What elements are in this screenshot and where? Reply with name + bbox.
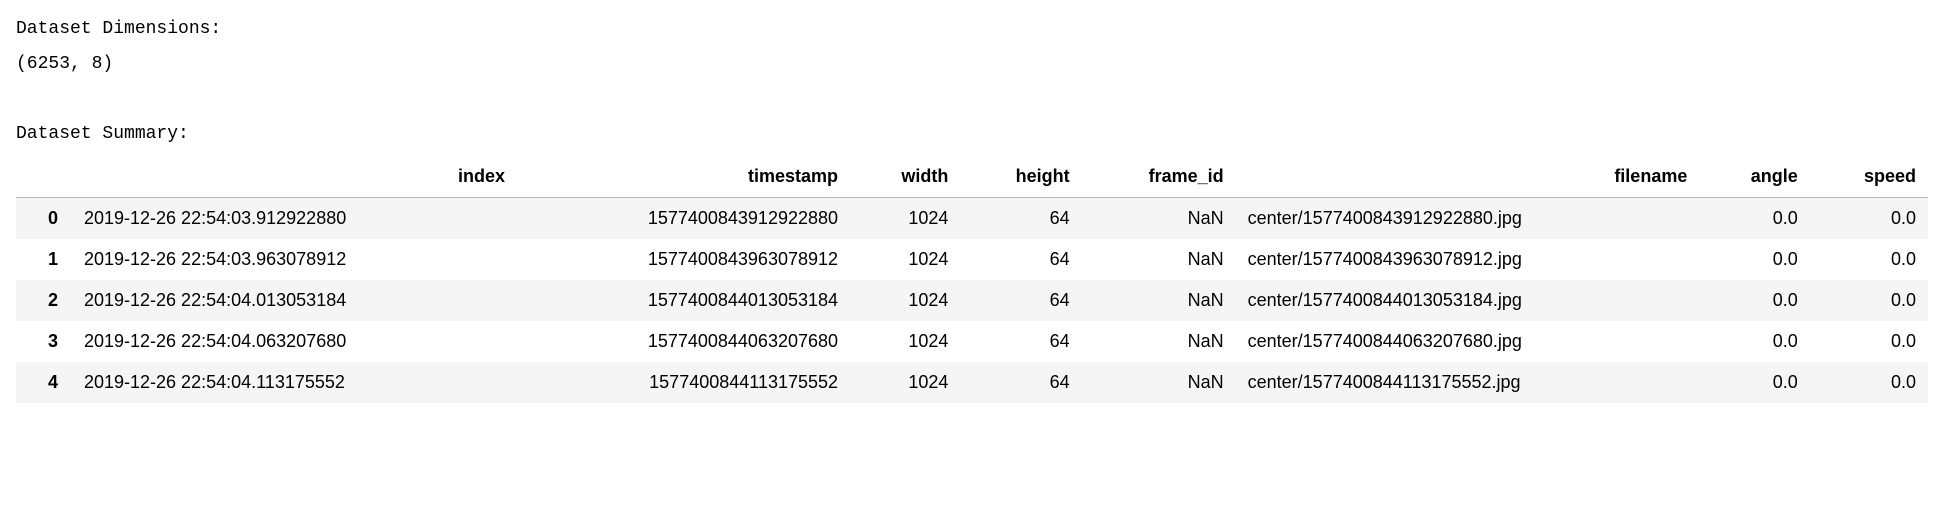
cell-speed: 0.0 [1810,321,1928,362]
cell-angle: 0.0 [1699,280,1809,321]
table-row: 4 2019-12-26 22:54:04.113175552 15774008… [16,362,1928,403]
header-col-speed: speed [1810,156,1928,198]
cell-frame-id: NaN [1082,239,1236,280]
cell-index: 2019-12-26 22:54:04.063207680 [72,321,517,362]
header-col-timestamp: timestamp [517,156,850,198]
cell-frame-id: NaN [1082,362,1236,403]
header-rowindex-blank [16,156,72,198]
cell-filename: center/1577400844063207680.jpg [1236,321,1700,362]
cell-width: 1024 [850,362,960,403]
cell-width: 1024 [850,321,960,362]
table-row: 2 2019-12-26 22:54:04.013053184 15774008… [16,280,1928,321]
cell-speed: 0.0 [1810,362,1928,403]
cell-height: 64 [960,362,1081,403]
cell-width: 1024 [850,198,960,240]
cell-angle: 0.0 [1699,239,1809,280]
cell-angle: 0.0 [1699,198,1809,240]
table-row: 1 2019-12-26 22:54:03.963078912 15774008… [16,239,1928,280]
table-header: index timestamp width height frame_id fi… [16,156,1928,198]
output-blank-line [16,86,1928,113]
row-index-cell: 4 [16,362,72,403]
cell-frame-id: NaN [1082,280,1236,321]
cell-speed: 0.0 [1810,239,1928,280]
cell-filename: center/1577400843912922880.jpg [1236,198,1700,240]
cell-timestamp: 1577400843912922880 [517,198,850,240]
header-col-width: width [850,156,960,198]
cell-width: 1024 [850,280,960,321]
row-index-cell: 2 [16,280,72,321]
cell-index: 2019-12-26 22:54:03.912922880 [72,198,517,240]
cell-filename: center/1577400843963078912.jpg [1236,239,1700,280]
row-index-cell: 1 [16,239,72,280]
output-dimensions-label: Dataset Dimensions: [16,16,1928,43]
output-summary-label: Dataset Summary: [16,121,1928,148]
cell-filename: center/1577400844013053184.jpg [1236,280,1700,321]
table-body: 0 2019-12-26 22:54:03.912922880 15774008… [16,198,1928,404]
cell-height: 64 [960,280,1081,321]
cell-frame-id: NaN [1082,321,1236,362]
output-dimensions-value: (6253, 8) [16,51,1928,78]
cell-index: 2019-12-26 22:54:03.963078912 [72,239,517,280]
header-col-index: index [72,156,517,198]
header-col-angle: angle [1699,156,1809,198]
cell-speed: 0.0 [1810,198,1928,240]
row-index-cell: 0 [16,198,72,240]
cell-height: 64 [960,321,1081,362]
cell-speed: 0.0 [1810,280,1928,321]
cell-frame-id: NaN [1082,198,1236,240]
table-header-row: index timestamp width height frame_id fi… [16,156,1928,198]
cell-height: 64 [960,239,1081,280]
header-col-filename: filename [1236,156,1700,198]
cell-timestamp: 1577400844063207680 [517,321,850,362]
cell-height: 64 [960,198,1081,240]
row-index-cell: 3 [16,321,72,362]
dataframe-table: index timestamp width height frame_id fi… [16,156,1928,403]
cell-index: 2019-12-26 22:54:04.113175552 [72,362,517,403]
cell-filename: center/1577400844113175552.jpg [1236,362,1700,403]
header-col-height: height [960,156,1081,198]
cell-index: 2019-12-26 22:54:04.013053184 [72,280,517,321]
header-col-frame-id: frame_id [1082,156,1236,198]
cell-width: 1024 [850,239,960,280]
cell-timestamp: 1577400844013053184 [517,280,850,321]
cell-angle: 0.0 [1699,321,1809,362]
table-row: 0 2019-12-26 22:54:03.912922880 15774008… [16,198,1928,240]
cell-timestamp: 1577400844113175552 [517,362,850,403]
cell-angle: 0.0 [1699,362,1809,403]
cell-timestamp: 1577400843963078912 [517,239,850,280]
table-row: 3 2019-12-26 22:54:04.063207680 15774008… [16,321,1928,362]
